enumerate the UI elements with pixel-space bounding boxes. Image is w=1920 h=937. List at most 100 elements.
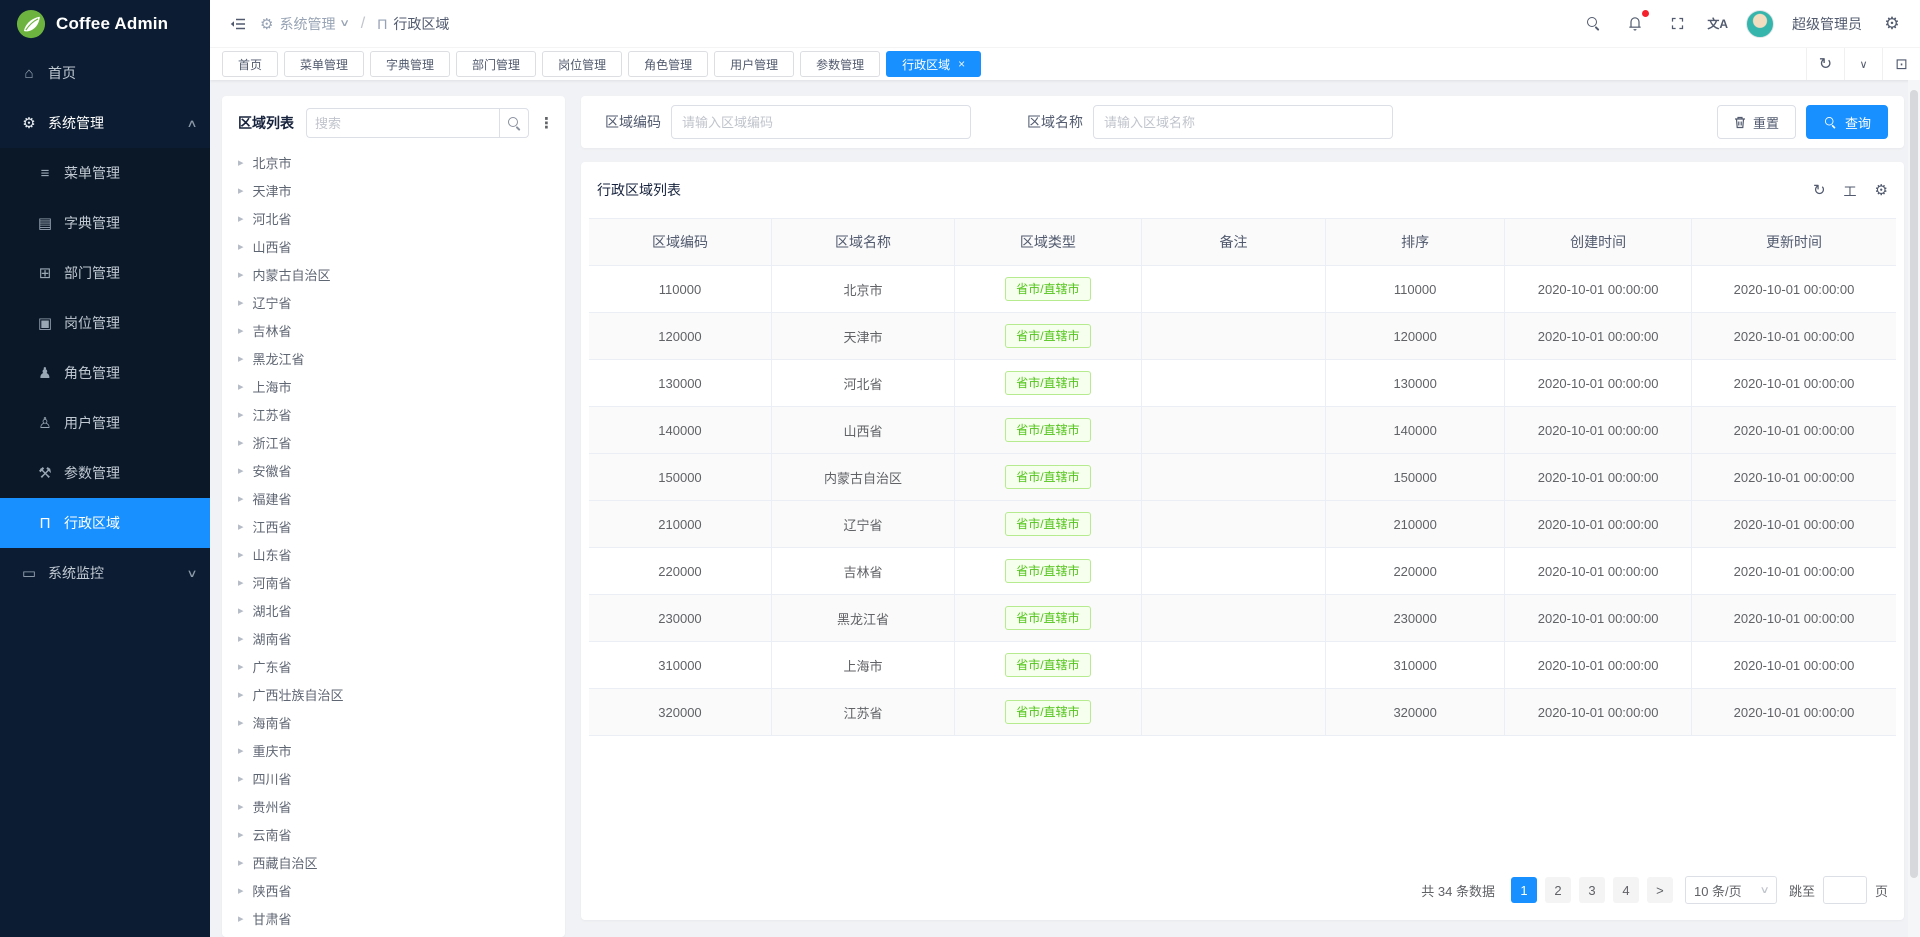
avatar[interactable] <box>1746 10 1774 38</box>
sidebar-item[interactable]: Π 行政区域 <box>0 498 210 548</box>
caret-right-icon[interactable]: ▸ <box>238 268 244 281</box>
caret-right-icon[interactable]: ▸ <box>238 576 244 589</box>
caret-right-icon[interactable]: ▸ <box>238 436 244 449</box>
table-row[interactable]: 230000 黑龙江省 省市/直辖市 230000 2020-10-01 00:… <box>589 595 1896 642</box>
caret-right-icon[interactable]: ▸ <box>238 380 244 393</box>
tree-item[interactable]: ▸ 江西省 <box>222 512 565 540</box>
tab[interactable]: 用户管理 <box>714 51 794 77</box>
tree-item[interactable]: ▸ 西藏自治区 <box>222 848 565 876</box>
tab[interactable]: 部门管理 <box>456 51 536 77</box>
tab[interactable]: 首页 <box>222 51 278 77</box>
tree-item[interactable]: ▸ 河北省 <box>222 204 565 232</box>
caret-right-icon[interactable]: ▸ <box>238 716 244 729</box>
column-header[interactable]: 区域名称 <box>772 219 955 265</box>
table-row[interactable]: 120000 天津市 省市/直辖市 120000 2020-10-01 00:0… <box>589 313 1896 360</box>
tab[interactable]: 字典管理 <box>370 51 450 77</box>
column-header[interactable]: 更新时间 <box>1692 219 1896 265</box>
page-button[interactable]: 2 <box>1545 877 1571 903</box>
caret-right-icon[interactable]: ▸ <box>238 688 244 701</box>
caret-right-icon[interactable]: ▸ <box>238 632 244 645</box>
tree-item[interactable]: ▸ 四川省 <box>222 764 565 792</box>
column-header[interactable]: 区域编码 <box>589 219 772 265</box>
table-row[interactable]: 150000 内蒙古自治区 省市/直辖市 150000 2020-10-01 0… <box>589 454 1896 501</box>
reset-button[interactable]: 重置 <box>1717 105 1796 139</box>
caret-right-icon[interactable]: ▸ <box>238 240 244 253</box>
tree-item[interactable]: ▸ 云南省 <box>222 820 565 848</box>
dots-menu-icon[interactable]: ⋮ <box>537 114 556 132</box>
line-height-icon[interactable]: 工 <box>1844 181 1857 200</box>
caret-right-icon[interactable]: ▸ <box>238 604 244 617</box>
caret-right-icon[interactable]: ▸ <box>238 324 244 337</box>
table-row[interactable]: 320000 江苏省 省市/直辖市 320000 2020-10-01 00:0… <box>589 689 1896 736</box>
tree-item[interactable]: ▸ 贵州省 <box>222 792 565 820</box>
sidebar-item[interactable]: ≡ 菜单管理 <box>0 148 210 198</box>
table-row[interactable]: 220000 吉林省 省市/直辖市 220000 2020-10-01 00:0… <box>589 548 1896 595</box>
caret-right-icon[interactable]: ▸ <box>238 772 244 785</box>
caret-right-icon[interactable]: ▸ <box>238 548 244 561</box>
close-icon[interactable]: × <box>958 58 965 70</box>
column-header[interactable]: 创建时间 <box>1505 219 1692 265</box>
chevron-down-icon[interactable]: ∨ <box>1844 48 1882 80</box>
caret-right-icon[interactable]: ▸ <box>238 352 244 365</box>
caret-right-icon[interactable]: ▸ <box>238 464 244 477</box>
caret-right-icon[interactable]: ▸ <box>238 212 244 225</box>
tree-search-button[interactable] <box>499 108 529 138</box>
region-name-input[interactable] <box>1093 105 1393 139</box>
caret-right-icon[interactable]: ▸ <box>238 408 244 421</box>
tree-item[interactable]: ▸ 吉林省 <box>222 316 565 344</box>
region-code-input[interactable] <box>671 105 971 139</box>
search-icon[interactable] <box>1581 12 1605 36</box>
caret-right-icon[interactable]: ▸ <box>238 912 244 925</box>
maximize-icon[interactable]: ⊡ <box>1882 48 1920 80</box>
tab[interactable]: 菜单管理 <box>284 51 364 77</box>
tab[interactable]: 参数管理 <box>800 51 880 77</box>
tree-item[interactable]: ▸ 内蒙古自治区 <box>222 260 565 288</box>
caret-right-icon[interactable]: ▸ <box>238 856 244 869</box>
translate-icon[interactable]: 文A <box>1707 12 1728 36</box>
tree-item[interactable]: ▸ 陕西省 <box>222 876 565 904</box>
brand[interactable]: Coffee Admin <box>0 0 210 48</box>
tab[interactable]: 角色管理 <box>628 51 708 77</box>
tab[interactable]: 行政区域 × <box>886 51 981 77</box>
sidebar-item[interactable]: ▣ 岗位管理 <box>0 298 210 348</box>
caret-right-icon[interactable]: ▸ <box>238 660 244 673</box>
tree-item[interactable]: ▸ 湖南省 <box>222 624 565 652</box>
caret-right-icon[interactable]: ▸ <box>238 492 244 505</box>
caret-right-icon[interactable]: ▸ <box>238 744 244 757</box>
tab[interactable]: 岗位管理 <box>542 51 622 77</box>
sidebar-item[interactable]: ♟ 角色管理 <box>0 348 210 398</box>
breadcrumb-section[interactable]: ⚙ 系统管理 ∨ <box>260 14 349 34</box>
table-row[interactable]: 110000 北京市 省市/直辖市 110000 2020-10-01 00:0… <box>589 266 1896 313</box>
caret-right-icon[interactable]: ▸ <box>238 296 244 309</box>
tree-item[interactable]: ▸ 山东省 <box>222 540 565 568</box>
page-jump-input[interactable] <box>1823 876 1867 904</box>
sidebar-item[interactable]: ⚙ 系统管理 <box>0 98 210 148</box>
column-header[interactable]: 备注 <box>1142 219 1326 265</box>
tree-item[interactable]: ▸ 山西省 <box>222 232 565 260</box>
table-row[interactable]: 210000 辽宁省 省市/直辖市 210000 2020-10-01 00:0… <box>589 501 1896 548</box>
caret-right-icon[interactable]: ▸ <box>238 184 244 197</box>
search-button[interactable]: 查询 <box>1806 105 1888 139</box>
caret-right-icon[interactable]: ▸ <box>238 800 244 813</box>
tree-item[interactable]: ▸ 江苏省 <box>222 400 565 428</box>
fullscreen-icon[interactable] <box>1665 12 1689 36</box>
page-button[interactable]: 4 <box>1613 877 1639 903</box>
tree-item[interactable]: ▸ 北京市 <box>222 148 565 176</box>
caret-right-icon[interactable]: ▸ <box>238 884 244 897</box>
tree-item[interactable]: ▸ 重庆市 <box>222 736 565 764</box>
notifications-bell-icon[interactable] <box>1623 12 1647 36</box>
username[interactable]: 超级管理员 <box>1792 14 1862 34</box>
column-header[interactable]: 排序 <box>1326 219 1505 265</box>
page-button[interactable]: 3 <box>1579 877 1605 903</box>
sidebar-item[interactable]: ♙ 用户管理 <box>0 398 210 448</box>
tree-item[interactable]: ▸ 安徽省 <box>222 456 565 484</box>
caret-right-icon[interactable]: ▸ <box>238 520 244 533</box>
tree-item[interactable]: ▸ 甘肃省 <box>222 904 565 932</box>
tree-item[interactable]: ▸ 福建省 <box>222 484 565 512</box>
sidebar-item[interactable]: ⚒ 参数管理 <box>0 448 210 498</box>
next-page-button[interactable]: > <box>1647 877 1673 903</box>
page-size-select[interactable]: 10 条/页 ∨ <box>1685 876 1777 904</box>
tree-search-input[interactable] <box>306 108 499 138</box>
tree-item[interactable]: ▸ 广西壮族自治区 <box>222 680 565 708</box>
tree-item[interactable]: ▸ 黑龙江省 <box>222 344 565 372</box>
